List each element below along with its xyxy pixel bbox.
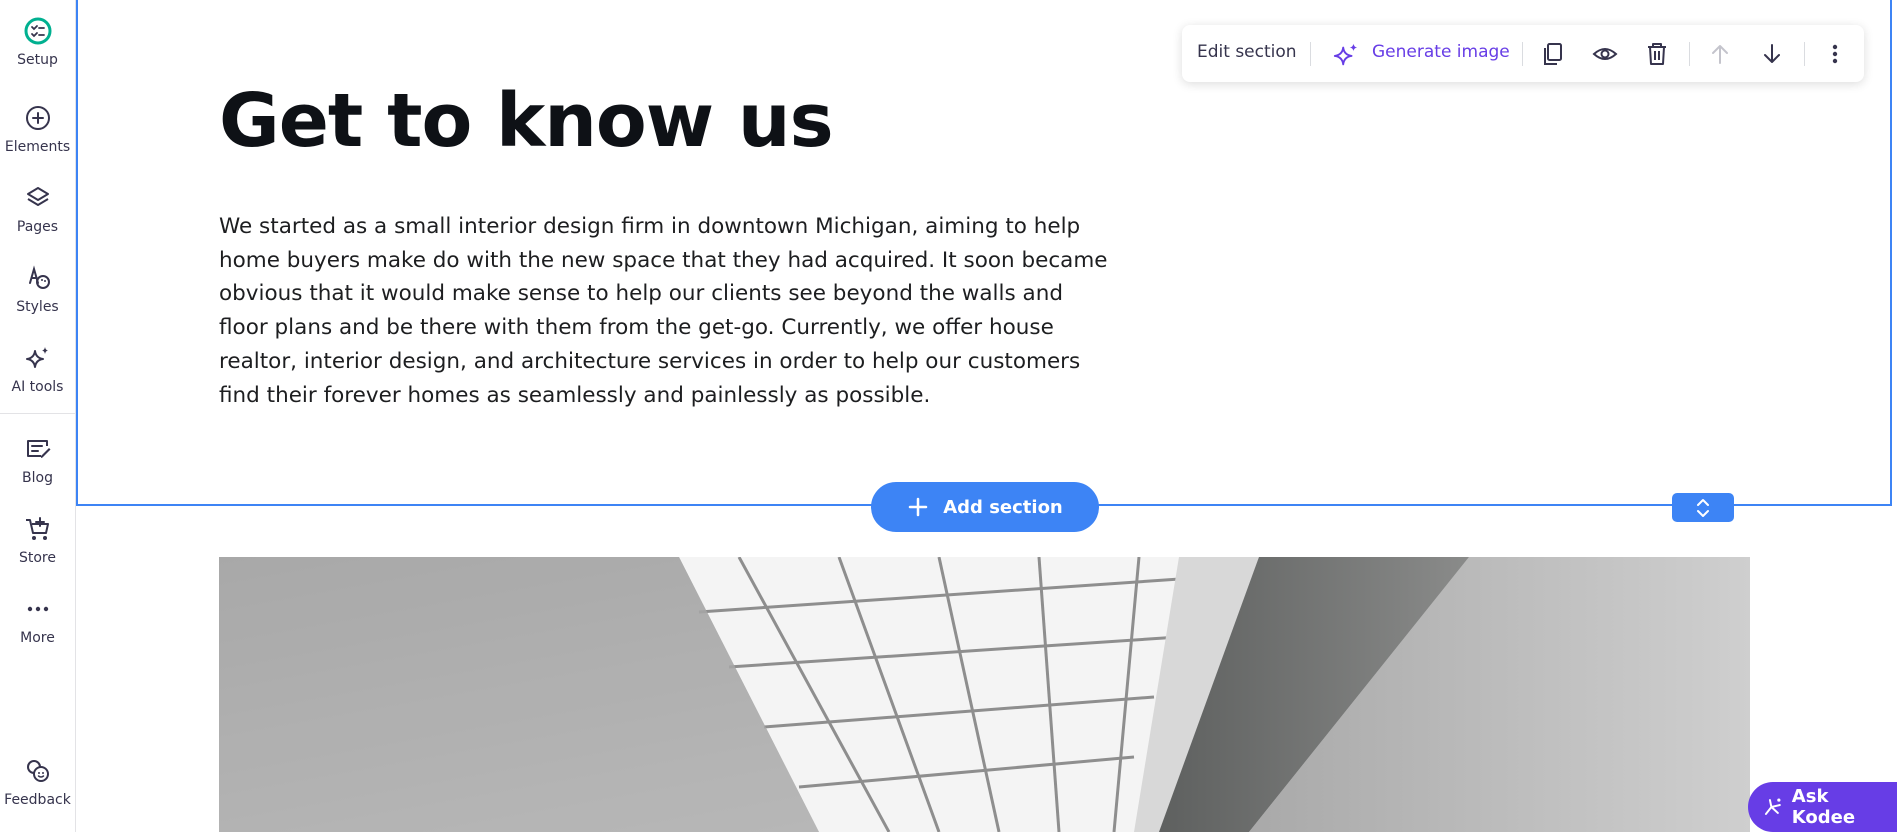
- add-section-button[interactable]: Add section: [871, 482, 1099, 532]
- sidebar-item-label: Styles: [16, 299, 59, 315]
- section-toolbar: Edit section Generate image: [1182, 25, 1864, 82]
- sidebar-item-pages[interactable]: Pages: [0, 179, 75, 249]
- more-vertical-icon: [1832, 44, 1838, 64]
- architecture-image[interactable]: [219, 557, 1750, 832]
- sidebar-item-feedback[interactable]: Feedback: [0, 752, 75, 822]
- toolbar-divider: [1310, 42, 1311, 66]
- sidebar-item-label: Setup: [17, 52, 58, 68]
- sidebar-item-blog[interactable]: Blog: [0, 430, 75, 500]
- add-section-label: Add section: [943, 496, 1063, 518]
- sidebar-item-label: AI tools: [11, 379, 64, 395]
- sidebar-item-label: More: [20, 630, 55, 646]
- layers-icon: [26, 187, 49, 206]
- sparkles-icon: [1333, 43, 1358, 66]
- preview-button[interactable]: [1590, 39, 1620, 69]
- setup-checklist-icon: [24, 17, 51, 45]
- sidebar-item-label: Feedback: [4, 792, 71, 808]
- sidebar-item-more[interactable]: More: [0, 590, 75, 660]
- sparkles-icon: [25, 347, 48, 368]
- blog-edit-icon: [26, 440, 50, 458]
- toolbar-divider: [1804, 42, 1805, 66]
- sidebar-item-setup[interactable]: Setup: [0, 12, 75, 82]
- duplicate-button[interactable]: [1538, 39, 1568, 69]
- sidebar-item-label: Blog: [22, 470, 53, 486]
- cart-icon: [25, 517, 49, 540]
- move-down-button[interactable]: [1757, 39, 1787, 69]
- delete-button[interactable]: [1642, 39, 1672, 69]
- ask-kodee-label: Ask Kodee: [1791, 786, 1856, 828]
- arrow-up-icon: [1712, 45, 1728, 64]
- duplicate-icon: [1544, 43, 1562, 65]
- sidebar-divider: [0, 413, 75, 414]
- generate-image-button[interactable]: Generate image: [1372, 42, 1510, 62]
- sidebar-item-styles[interactable]: Styles: [0, 259, 75, 329]
- more-options-button[interactable]: [1820, 39, 1850, 69]
- toolbar-divider: [1689, 42, 1690, 66]
- page-title[interactable]: Get to know us: [219, 78, 834, 164]
- sidebar-item-store[interactable]: Store: [0, 510, 75, 580]
- sidebar: Setup Elements Pages Styles AI tools Blo…: [0, 0, 76, 832]
- palette-icon: [28, 265, 50, 289]
- feedback-icon: [26, 760, 49, 782]
- edit-section-button[interactable]: Edit section: [1197, 42, 1297, 62]
- trash-icon: [1648, 43, 1666, 65]
- eye-icon: [1592, 48, 1618, 60]
- section-resize-handle[interactable]: [1672, 493, 1734, 522]
- kodee-sparkle-icon: [1764, 798, 1781, 815]
- toolbar-divider: [1522, 42, 1523, 66]
- chevron-up-down-icon: [1697, 498, 1709, 517]
- sidebar-item-label: Pages: [16, 219, 59, 235]
- architecture-photo: [219, 557, 1750, 832]
- sidebar-item-label: Store: [18, 550, 56, 566]
- sidebar-item-ai-tools[interactable]: AI tools: [0, 339, 75, 409]
- move-up-button[interactable]: [1705, 39, 1735, 69]
- section-body-text[interactable]: We started as a small interior design fi…: [219, 210, 1109, 412]
- sidebar-item-elements[interactable]: Elements: [0, 99, 75, 169]
- plus-circle-icon: [25, 106, 50, 130]
- plus-icon: [908, 497, 928, 517]
- sidebar-item-label: Elements: [4, 139, 71, 155]
- ask-kodee-button[interactable]: Ask Kodee: [1748, 782, 1897, 832]
- more-horizontal-icon: [27, 606, 48, 612]
- arrow-down-icon: [1764, 44, 1780, 63]
